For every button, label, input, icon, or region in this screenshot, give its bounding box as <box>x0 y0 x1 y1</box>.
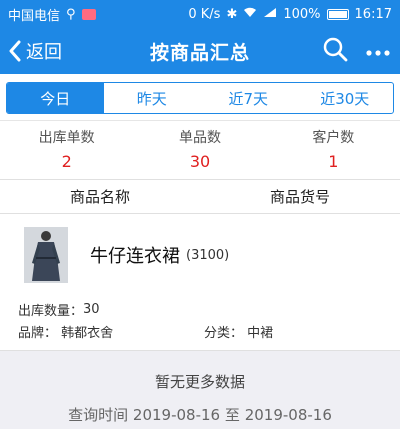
stat-label: 客户数 <box>312 130 355 146</box>
back-button[interactable]: 返回 <box>0 38 62 64</box>
stat-value: 30 <box>189 152 211 171</box>
search-icon[interactable] <box>322 36 348 66</box>
stat-label: 单品数 <box>178 130 221 146</box>
no-more-data-text: 暂无更多数据 <box>154 373 245 391</box>
column-header-code: 商品货号 <box>269 188 330 206</box>
quantity-value: 30 <box>83 301 100 317</box>
network-speed: 0 K/s <box>188 6 221 22</box>
notification-badge-icon <box>81 8 96 20</box>
back-label: 返回 <box>26 42 62 63</box>
date-tabs: 今日 昨天 近7天 近30天 <box>6 82 394 114</box>
wifi-icon <box>243 7 257 22</box>
stat-value: 2 <box>61 152 72 171</box>
product-thumbnail <box>24 227 68 283</box>
quantity-label: 出库数量： <box>18 303 84 319</box>
carrier-text: 中国电信 <box>8 8 61 24</box>
tab-yesterday[interactable]: 昨天 <box>104 83 201 113</box>
more-icon[interactable] <box>366 42 390 61</box>
status-bar: 中国电信 ⚲ 0 K/s ✱ 100% 16:17 <box>0 0 400 28</box>
brand-label: 品牌： <box>18 325 58 341</box>
query-to-word: 至 <box>224 406 240 424</box>
brand-value: 韩都衣舍 <box>61 325 114 341</box>
product-code: (3100) <box>186 247 230 263</box>
query-time-label: 查询时间 <box>68 406 129 424</box>
category-label: 分类： <box>204 325 244 341</box>
stat-outbound-orders: 出库单数 2 <box>0 127 133 171</box>
column-header-name: 商品名称 <box>69 188 130 206</box>
summary-stats: 出库单数 2 单品数 30 客户数 1 <box>0 120 400 180</box>
product-name: 牛仔连衣裙 <box>90 246 180 267</box>
stat-item-count: 单品数 30 <box>133 127 266 171</box>
stat-customer-count: 客户数 1 <box>267 127 400 171</box>
query-time-text: 查询时间 2019-08-16 至 2019-08-16 <box>0 404 400 425</box>
page-title: 按商品汇总 <box>149 41 251 64</box>
nav-bar: 返回 按商品汇总 <box>0 28 400 74</box>
product-item[interactable]: 牛仔连衣裙 (3100) 出库数量： 30 品牌： 韩都衣舍 分类： 中裙 <box>0 214 400 351</box>
tab-today[interactable]: 今日 <box>7 83 104 113</box>
chevron-left-icon <box>8 40 22 62</box>
battery-icon <box>326 8 349 20</box>
tab-last-7-days[interactable]: 近7天 <box>200 83 297 113</box>
usb-icon: ⚲ <box>66 6 76 22</box>
clock-text: 16:17 <box>354 6 392 22</box>
tab-last-30-days[interactable]: 近30天 <box>297 83 394 113</box>
battery-text: 100% <box>283 6 321 22</box>
date-filter: 今日 昨天 近7天 近30天 <box>0 74 400 120</box>
bluetooth-icon: ✱ <box>226 6 238 22</box>
category-value: 中裙 <box>247 325 274 341</box>
stat-value: 1 <box>328 152 339 171</box>
list-footer: 暂无更多数据 查询时间 2019-08-16 至 2019-08-16 <box>0 351 400 425</box>
signal-icon <box>263 7 277 22</box>
query-date-to: 2019-08-16 <box>244 406 332 424</box>
list-header: 商品名称 商品货号 <box>0 180 400 214</box>
stat-label: 出库单数 <box>38 130 95 146</box>
query-date-from: 2019-08-16 <box>132 406 221 424</box>
